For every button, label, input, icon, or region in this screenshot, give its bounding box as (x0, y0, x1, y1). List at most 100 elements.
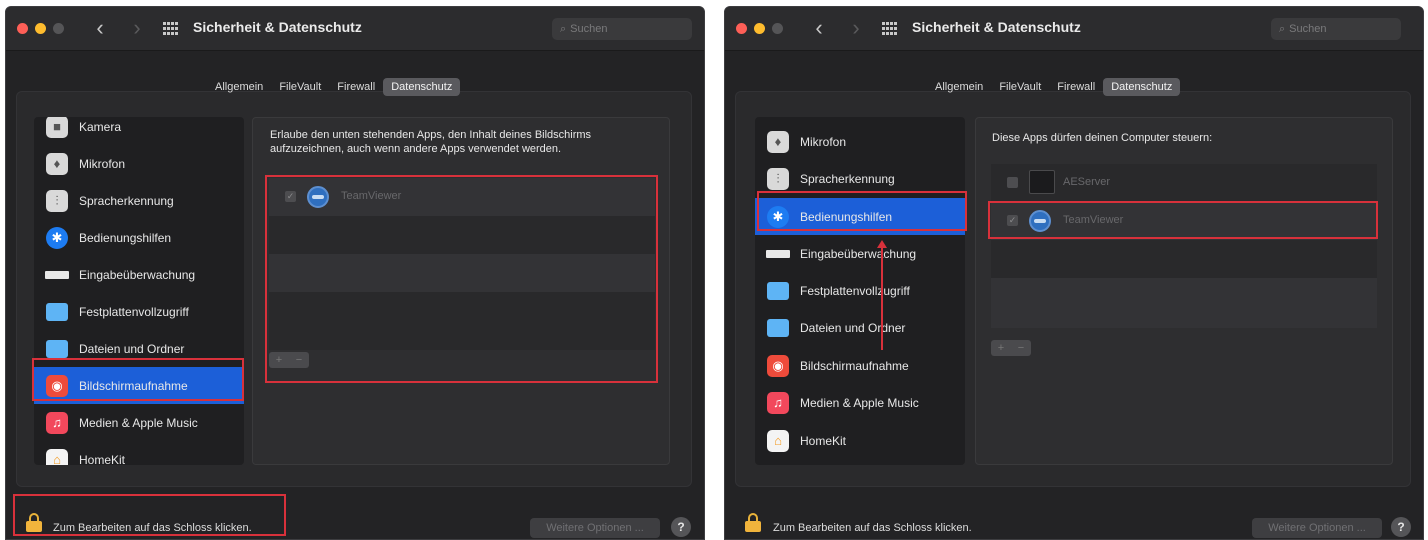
tab-datenschutz[interactable]: Datenschutz (1103, 78, 1181, 96)
sidebar-item-label: Kamera (79, 119, 122, 134)
app-list: AEServer ✓ TeamViewer (991, 164, 1377, 328)
privacy-sidebar: ■ Kamera ♦ Mikrofon ⫶ Spracherkennung ✱ … (34, 117, 244, 465)
tab-datenschutz[interactable]: Datenschutz (383, 78, 461, 96)
microphone-icon: ♦ (767, 130, 789, 153)
forward-arrow-icon[interactable]: › (126, 15, 148, 41)
tab-firewall[interactable]: Firewall (1049, 78, 1103, 96)
annotation-arrow-head (877, 240, 887, 248)
sidebar-item-label: Dateien und Ordner (79, 341, 185, 356)
folder-icon (767, 318, 789, 337)
sidebar-item-label: Eingabeüberwachung (800, 246, 917, 261)
forward-arrow-icon[interactable]: › (845, 15, 867, 41)
show-all-grid-icon[interactable] (882, 22, 898, 36)
accessibility-icon: ✱ (46, 226, 68, 249)
waveform-icon: ⫶ (46, 189, 68, 212)
home-icon: ⌂ (46, 448, 68, 465)
search-placeholder: Suchen (570, 23, 608, 35)
window-title: Sicherheit & Datenschutz (912, 19, 1081, 35)
lock-icon[interactable] (745, 513, 761, 532)
help-button[interactable]: ? (671, 517, 691, 537)
add-remove-buttons: + − (991, 340, 1031, 356)
sidebar-item-bildschirmaufnahme[interactable]: ◉ Bildschirmaufnahme (755, 347, 965, 384)
zoom-window-button[interactable] (53, 23, 64, 34)
sidebar-item-label: Spracherkennung (79, 193, 174, 208)
back-arrow-icon[interactable]: ‹ (808, 15, 830, 41)
zoom-window-button[interactable] (772, 23, 783, 34)
sidebar-item-bedienungshilfen[interactable]: ✱ Bedienungshilfen (34, 219, 244, 256)
privacy-sidebar: ♦ Mikrofon ⫶ Spracherkennung ✱ Bedienung… (755, 117, 965, 465)
sidebar-item-label: Medien & Apple Music (79, 415, 198, 430)
search-field[interactable]: ⌕ Suchen (552, 18, 692, 40)
app-list-row-empty (991, 278, 1377, 328)
tab-bar: Allgemein FileVault Firewall Datenschutz (207, 78, 461, 96)
tab-filevault[interactable]: FileVault (271, 78, 329, 96)
sidebar-item-eingabeueberwachung[interactable]: Eingabeüberwachung (755, 235, 965, 272)
sidebar-item-festplattenvollzugriff[interactable]: Festplattenvollzugriff (34, 293, 244, 330)
sidebar-item-homekit[interactable]: ⌂ HomeKit (34, 441, 244, 465)
show-all-grid-icon[interactable] (163, 22, 179, 36)
sidebar-item-medien-apple-music[interactable]: ♫ Medien & Apple Music (755, 384, 965, 421)
sidebar-item-label: HomeKit (79, 452, 126, 466)
highlight-sidebar-selection (32, 358, 244, 401)
search-field[interactable]: ⌕ Suchen (1271, 18, 1401, 40)
title-bar: ‹ › Sicherheit & Datenschutz ⌕ Suchen (6, 7, 704, 51)
highlight-app-row (988, 201, 1378, 239)
sidebar-item-mikrofon[interactable]: ♦ Mikrofon (755, 123, 965, 160)
sidebar-item-label: Spracherkennung (800, 171, 895, 186)
folder-icon (46, 302, 68, 321)
sidebar-item-festplattenvollzugriff[interactable]: Festplattenvollzugriff (755, 272, 965, 309)
home-icon: ⌂ (767, 429, 789, 452)
close-window-button[interactable] (736, 23, 747, 34)
folder-icon (767, 281, 789, 300)
tab-allgemein[interactable]: Allgemein (207, 78, 271, 96)
annotation-arrow-line (881, 248, 883, 350)
search-icon: ⌕ (560, 23, 567, 35)
sidebar-item-homekit[interactable]: ⌂ HomeKit (755, 422, 965, 459)
sidebar-item-label: Bedienungshilfen (79, 230, 172, 245)
sidebar-item-kamera[interactable]: ■ Kamera (34, 117, 244, 145)
highlight-lock (13, 494, 286, 536)
sidebar-item-spracherkennung[interactable]: ⫶ Spracherkennung (34, 182, 244, 219)
lock-hint-text: Zum Bearbeiten auf das Schloss klicken. (773, 522, 972, 534)
help-button[interactable]: ? (1391, 517, 1411, 537)
folder-icon (46, 339, 68, 358)
settings-window-right: ‹ › Sicherheit & Datenschutz ⌕ Suchen All… (724, 6, 1424, 540)
search-icon: ⌕ (1279, 23, 1286, 35)
more-options-button[interactable]: Weitere Optionen ... (530, 518, 660, 538)
back-arrow-icon[interactable]: ‹ (89, 15, 111, 41)
highlight-app-list (265, 175, 658, 383)
close-window-button[interactable] (17, 23, 28, 34)
remove-app-button[interactable]: − (1011, 340, 1031, 356)
music-icon: ♫ (767, 391, 789, 414)
add-app-button[interactable]: + (991, 340, 1011, 356)
section-description: Erlaube den unten stehenden Apps, den In… (270, 129, 592, 155)
tab-filevault[interactable]: FileVault (991, 78, 1049, 96)
app-list-row[interactable]: AEServer (991, 164, 1377, 202)
sidebar-item-medien-apple-music[interactable]: ♫ Medien & Apple Music (34, 404, 244, 441)
music-icon: ♫ (46, 411, 68, 434)
search-placeholder: Suchen (1289, 23, 1327, 35)
sidebar-item-label: Festplattenvollzugriff (79, 304, 189, 319)
sidebar-item-label: Mikrofon (79, 156, 126, 171)
sidebar-item-label: Bildschirmaufnahme (800, 358, 909, 373)
app-list-row-empty (991, 240, 1377, 278)
window-title: Sicherheit & Datenschutz (193, 19, 362, 35)
tab-firewall[interactable]: Firewall (329, 78, 383, 96)
screen-record-icon: ◉ (767, 354, 789, 377)
sidebar-item-eingabeueberwachung[interactable]: Eingabeüberwachung (34, 256, 244, 293)
minimize-window-button[interactable] (35, 23, 46, 34)
sidebar-item-label: Dateien und Ordner (800, 320, 906, 335)
sidebar-item-dateien-und-ordner[interactable]: Dateien und Ordner (755, 309, 965, 346)
more-options-button[interactable]: Weitere Optionen ... (1252, 518, 1382, 538)
tab-allgemein[interactable]: Allgemein (927, 78, 991, 96)
tab-bar: Allgemein FileVault Firewall Datenschutz (927, 78, 1181, 96)
sidebar-item-label: Festplattenvollzugriff (800, 283, 910, 298)
sidebar-item-mikrofon[interactable]: ♦ Mikrofon (34, 145, 244, 182)
minimize-window-button[interactable] (754, 23, 765, 34)
sidebar-item-label: Medien & Apple Music (800, 395, 919, 410)
app-checkbox[interactable] (1007, 177, 1018, 188)
camera-icon: ■ (46, 117, 68, 138)
keyboard-icon (766, 249, 790, 258)
waveform-icon: ⫶ (767, 167, 789, 190)
microphone-icon: ♦ (46, 152, 68, 175)
